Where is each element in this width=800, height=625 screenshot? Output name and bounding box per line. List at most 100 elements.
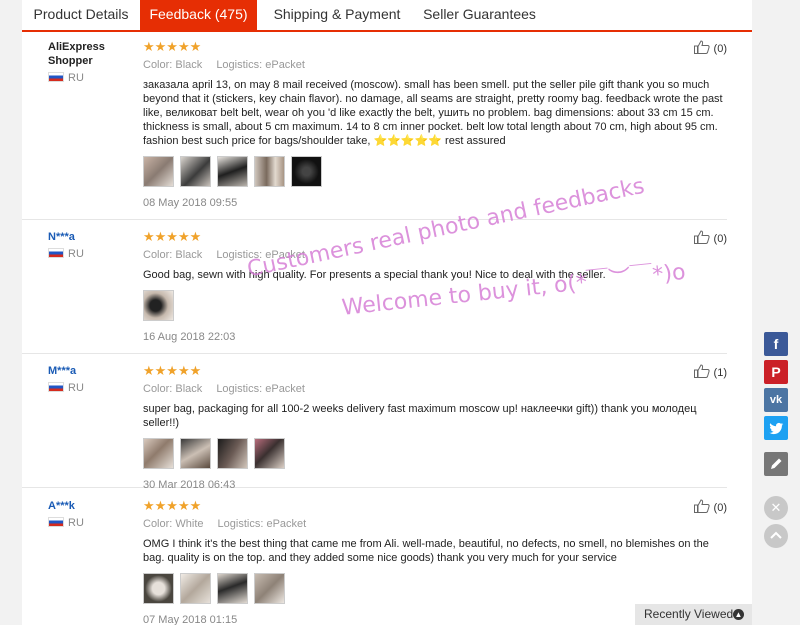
logistics-value: ePacket xyxy=(266,518,307,530)
logistics-label: Logistics: xyxy=(216,249,263,261)
review-photo[interactable] xyxy=(180,156,211,187)
review-photo[interactable] xyxy=(291,156,322,187)
chevron-up-icon[interactable] xyxy=(764,524,788,548)
thumbs-up-icon xyxy=(694,230,711,244)
country-code: RU xyxy=(68,248,84,260)
buyer-info: AliExpress Shopper RU xyxy=(48,40,138,85)
review-item: A***k RU ★★★★★ Color: White Logistics: eP… xyxy=(22,499,727,625)
thumbs-up-icon xyxy=(694,40,711,54)
buyer-name: AliExpress Shopper xyxy=(48,41,105,67)
review-photo[interactable] xyxy=(143,290,174,321)
review-text: заказала april 13, on may 8 mail receive… xyxy=(143,79,723,147)
helpful-vote[interactable]: (1) xyxy=(694,364,727,380)
review-photo[interactable] xyxy=(217,438,248,469)
color-value: White xyxy=(175,518,204,530)
review-item: N***a RU ★★★★★ Color: Black Logistics: eP… xyxy=(22,230,727,354)
chevron-up-icon: ▲ xyxy=(733,609,744,620)
buyer-country: RU xyxy=(48,516,138,530)
helpful-vote[interactable]: (0) xyxy=(694,40,727,56)
recently-viewed-label: Recently Viewed xyxy=(644,607,734,621)
review-photos xyxy=(143,156,727,188)
twitter-bird-icon xyxy=(769,422,784,435)
logistics-value: ePacket xyxy=(265,59,305,71)
logistics-value: ePacket xyxy=(265,383,305,395)
buyer-info: N***a RU xyxy=(48,230,138,261)
review-photos xyxy=(143,290,727,322)
star-rating: ★★★★★ xyxy=(143,498,202,513)
tab-shipping-payment[interactable]: Shipping & Payment xyxy=(257,0,417,30)
helpful-count: (0) xyxy=(713,502,727,514)
buyer-name: M***a xyxy=(48,365,77,377)
helpful-vote[interactable]: (0) xyxy=(694,499,727,515)
tab-feedback[interactable]: Feedback (475) xyxy=(140,0,257,32)
review-photo[interactable] xyxy=(143,156,174,187)
review-date: 16 Aug 2018 22:03 xyxy=(143,331,236,343)
helpful-count: (0) xyxy=(713,43,727,55)
tab-seller-guarantees[interactable]: Seller Guarantees xyxy=(417,0,542,30)
buyer-country: RU xyxy=(48,71,138,85)
russia-flag-icon xyxy=(48,382,64,392)
close-icon[interactable]: ✕ xyxy=(764,496,788,520)
color-value: Black xyxy=(175,383,203,395)
pinterest-share-icon[interactable]: P xyxy=(764,360,788,384)
review-item: AliExpress Shopper RU ★★★★★ Color: Black… xyxy=(22,40,727,220)
review-photo[interactable] xyxy=(217,156,248,187)
vk-share-icon[interactable]: vk xyxy=(764,388,788,412)
pencil-icon xyxy=(771,458,782,469)
review-text: OMG I think it's the best thing that cam… xyxy=(143,538,709,564)
edit-pencil-icon[interactable] xyxy=(764,452,788,476)
thumbs-up-icon xyxy=(694,364,711,378)
buyer-country: RU xyxy=(48,381,138,395)
russia-flag-icon xyxy=(48,517,64,527)
feedback-page: Product Details Feedback (475) Shipping … xyxy=(0,0,800,625)
country-code: RU xyxy=(68,517,84,529)
star-rating: ★★★★★ xyxy=(143,229,202,244)
review-photo[interactable] xyxy=(180,438,211,469)
thumbs-up-icon xyxy=(694,499,711,513)
review-item: M***a RU ★★★★★ Color: Black Logistics: eP… xyxy=(22,364,727,491)
color-label: Color: xyxy=(143,518,173,530)
review-attributes: Color: White Logistics: ePacket xyxy=(143,517,727,531)
review-photo[interactable] xyxy=(217,573,248,604)
review-photos xyxy=(143,573,727,605)
review-photo[interactable] xyxy=(180,573,211,604)
review-photo[interactable] xyxy=(143,438,174,469)
logistics-label: Logistics: xyxy=(216,59,263,71)
logistics-label: Logistics: xyxy=(217,518,264,530)
russia-flag-icon xyxy=(48,72,64,82)
left-gutter xyxy=(0,0,22,625)
color-label: Color: xyxy=(143,383,173,395)
star-rating: ★★★★★ xyxy=(143,39,202,54)
review-date: 08 May 2018 09:55 xyxy=(143,197,238,209)
review-attributes: Color: Black Logistics: ePacket xyxy=(143,58,727,72)
star-rating: ★★★★★ xyxy=(143,363,202,378)
helpful-count: (1) xyxy=(713,367,727,379)
review-photo[interactable] xyxy=(254,438,285,469)
review-photo[interactable] xyxy=(254,573,285,604)
logistics-value: ePacket xyxy=(265,249,305,261)
color-value: Black xyxy=(175,59,203,71)
review-photo[interactable] xyxy=(254,156,285,187)
review-content: ★★★★★ Color: Black Logistics: ePacket sup… xyxy=(143,364,727,492)
tab-product-details[interactable]: Product Details xyxy=(22,0,140,30)
buyer-name: N***a xyxy=(48,231,75,243)
facebook-share-icon[interactable]: f xyxy=(764,332,788,356)
review-photo[interactable] xyxy=(143,573,174,604)
helpful-vote[interactable]: (0) xyxy=(694,230,727,246)
country-code: RU xyxy=(68,72,84,84)
buyer-name: A***k xyxy=(48,500,75,512)
recently-viewed-panel[interactable]: Recently Viewed ▲ xyxy=(635,604,752,625)
review-content: ★★★★★ Color: Black Logistics: ePacket Goo… xyxy=(143,230,727,344)
review-photos xyxy=(143,438,727,470)
helpful-count: (0) xyxy=(713,233,727,245)
color-label: Color: xyxy=(143,249,173,261)
review-attributes: Color: Black Logistics: ePacket xyxy=(143,382,727,396)
scroll-top-arrow-icon xyxy=(770,531,782,539)
product-tabs: Product Details Feedback (475) Shipping … xyxy=(22,0,752,32)
twitter-share-icon[interactable] xyxy=(764,416,788,440)
logistics-label: Logistics: xyxy=(216,383,263,395)
review-date: 30 Mar 2018 06:43 xyxy=(143,479,236,491)
buyer-info: M***a RU xyxy=(48,364,138,395)
color-value: Black xyxy=(175,249,203,261)
review-content: ★★★★★ Color: Black Logistics: ePacket зак… xyxy=(143,40,727,210)
